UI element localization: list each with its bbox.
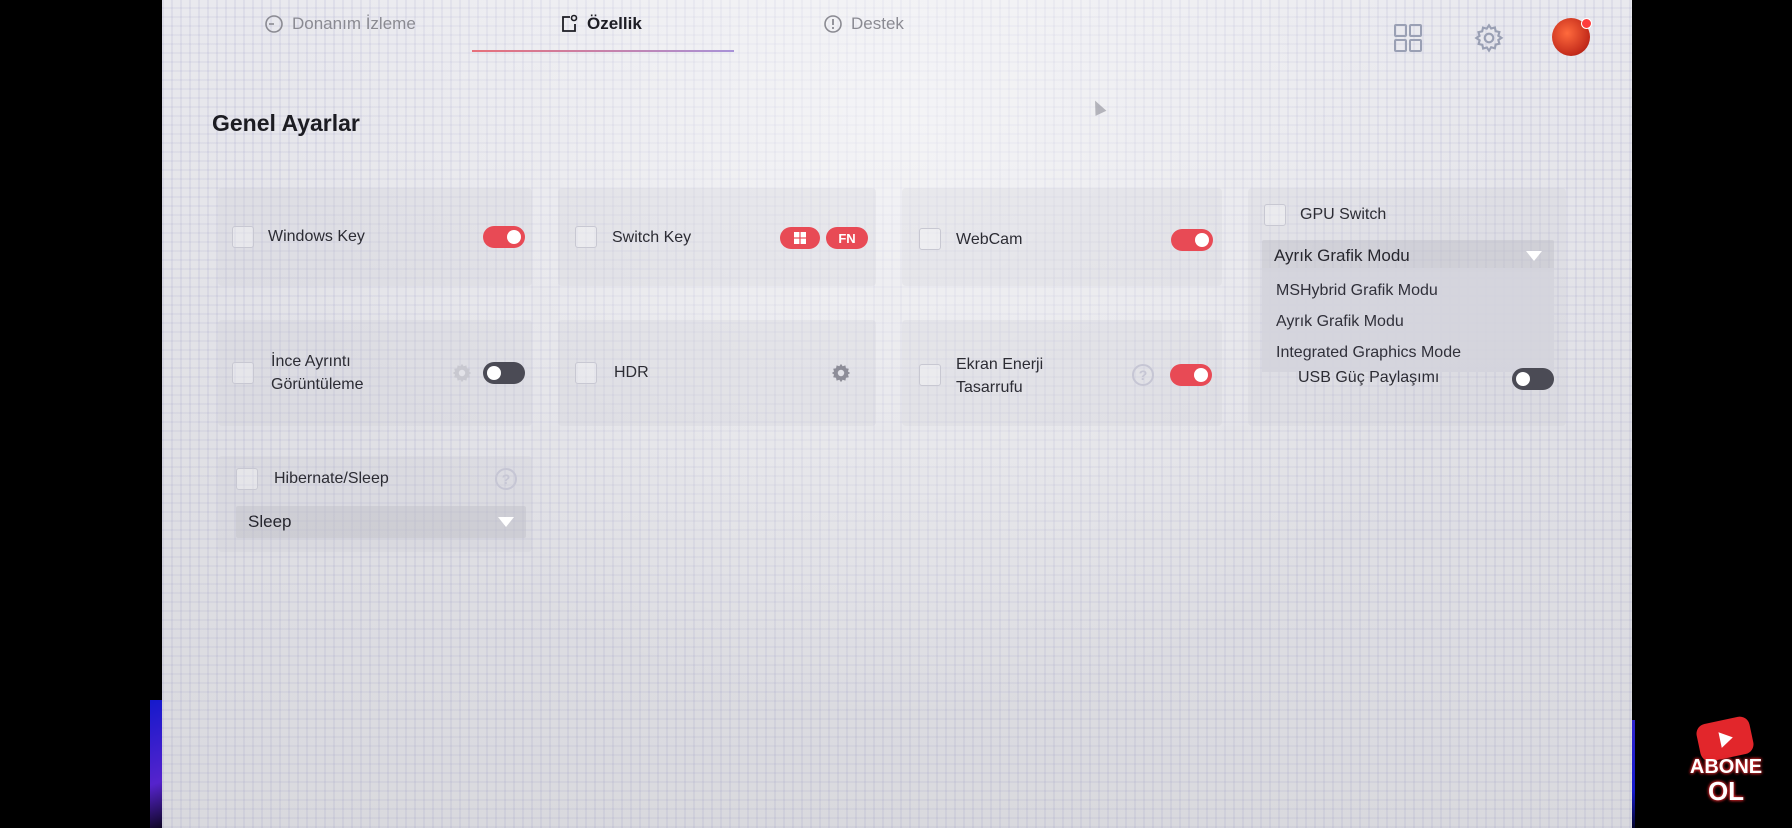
windows-icon[interactable] — [780, 227, 820, 249]
tab-feature[interactable]: Özellik — [559, 14, 642, 34]
gpu-switch-label: GPU Switch — [1300, 206, 1387, 223]
webcam-label: WebCam — [956, 231, 1023, 248]
chevron-down-icon — [1526, 251, 1542, 261]
app-window: Donanım İzleme Özellik Destek Genel Ayar… — [162, 0, 1632, 828]
feature-icon — [559, 14, 579, 34]
hibernate-selected: Sleep — [248, 512, 292, 531]
fine-detail-toggle[interactable] — [483, 362, 525, 384]
hdr-icon — [575, 362, 597, 384]
gpu-option-discrete[interactable]: Ayrık Grafik Modu — [1276, 313, 1404, 331]
gpu-mode-dropdown: MSHybrid Grafik Modu Ayrık Grafik Modu I… — [1262, 268, 1554, 372]
alert-icon — [823, 14, 843, 34]
windows-key-toggle[interactable] — [483, 226, 525, 248]
hdr-label: HDR — [614, 364, 649, 381]
subscribe-badge[interactable]: ABONE OL — [1686, 714, 1766, 806]
help-icon[interactable]: ? — [495, 468, 517, 490]
hibernate-label: Hibernate/Sleep — [274, 470, 389, 487]
gear-icon[interactable] — [1471, 20, 1507, 56]
tab-hardware-monitor[interactable]: Donanım İzleme — [264, 14, 416, 34]
keyboard-icon — [575, 226, 597, 248]
switch-key-label: Switch Key — [612, 229, 692, 246]
power-icon — [236, 468, 258, 490]
screen-power-icon — [919, 364, 941, 386]
tab-label: Destek — [851, 14, 904, 33]
webcam-icon — [919, 228, 941, 250]
help-icon[interactable]: ? — [1132, 364, 1154, 386]
tab-label: Donanım İzleme — [292, 14, 416, 33]
subscribe-text-2: OL — [1707, 776, 1745, 806]
gpu-mode-selected: Ayrık Grafik Modu — [1274, 246, 1410, 265]
hdr-settings-gear-icon[interactable] — [830, 362, 852, 384]
hibernate-select[interactable]: Sleep — [236, 506, 526, 538]
usb-power-toggle[interactable] — [1512, 368, 1554, 390]
fine-detail-label-1: İnce Ayrıntı — [271, 353, 351, 370]
webcam-toggle[interactable] — [1171, 229, 1213, 251]
windows-key-label: Windows Key — [268, 228, 365, 245]
fine-detail-label-2: Görüntüleme — [271, 376, 364, 393]
gpu-option-integrated[interactable]: Integrated Graphics Mode — [1276, 344, 1461, 362]
chevron-down-icon — [498, 517, 514, 527]
mouse-cursor-icon — [1089, 98, 1107, 116]
card-hdr — [558, 320, 876, 426]
screen-power-label-1: Ekran Enerji — [956, 356, 1044, 373]
tab-support[interactable]: Destek — [823, 14, 904, 34]
active-tab-indicator — [472, 50, 734, 52]
fn-key-pill[interactable]: FN — [826, 227, 868, 249]
clock-icon — [264, 14, 284, 34]
tab-label: Özellik — [587, 14, 642, 33]
screen-power-toggle[interactable] — [1170, 364, 1212, 386]
keyboard-icon — [232, 226, 254, 248]
settings-gear-icon[interactable] — [451, 362, 473, 384]
screen-power-label-2: Tasarrufu — [956, 379, 1023, 396]
grid-icon[interactable] — [1390, 20, 1426, 56]
notification-dot — [1581, 18, 1592, 29]
display-icon — [232, 362, 254, 384]
page-title: Genel Ayarlar — [212, 110, 360, 136]
gpu-option-mshybrid[interactable]: MSHybrid Grafik Modu — [1276, 282, 1438, 300]
avatar[interactable] — [1552, 18, 1592, 56]
usb-power-label: USB Güç Paylaşımı — [1298, 369, 1440, 386]
gpu-icon — [1264, 204, 1286, 226]
